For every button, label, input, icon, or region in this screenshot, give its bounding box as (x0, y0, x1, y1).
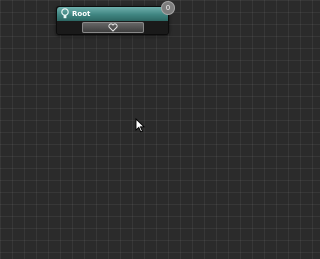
root-node-title: Root (72, 10, 91, 18)
heart-icon (108, 23, 118, 32)
root-node-badge: 0 (161, 1, 175, 15)
graph-canvas[interactable]: Root 0 (0, 0, 300, 259)
root-node[interactable]: Root 0 (56, 1, 175, 35)
root-node-header[interactable]: Root (57, 7, 168, 21)
arrow-cursor-icon (135, 118, 145, 133)
bulb-icon (61, 8, 69, 19)
root-node-output-port[interactable] (82, 22, 144, 33)
root-node-body (57, 21, 168, 34)
